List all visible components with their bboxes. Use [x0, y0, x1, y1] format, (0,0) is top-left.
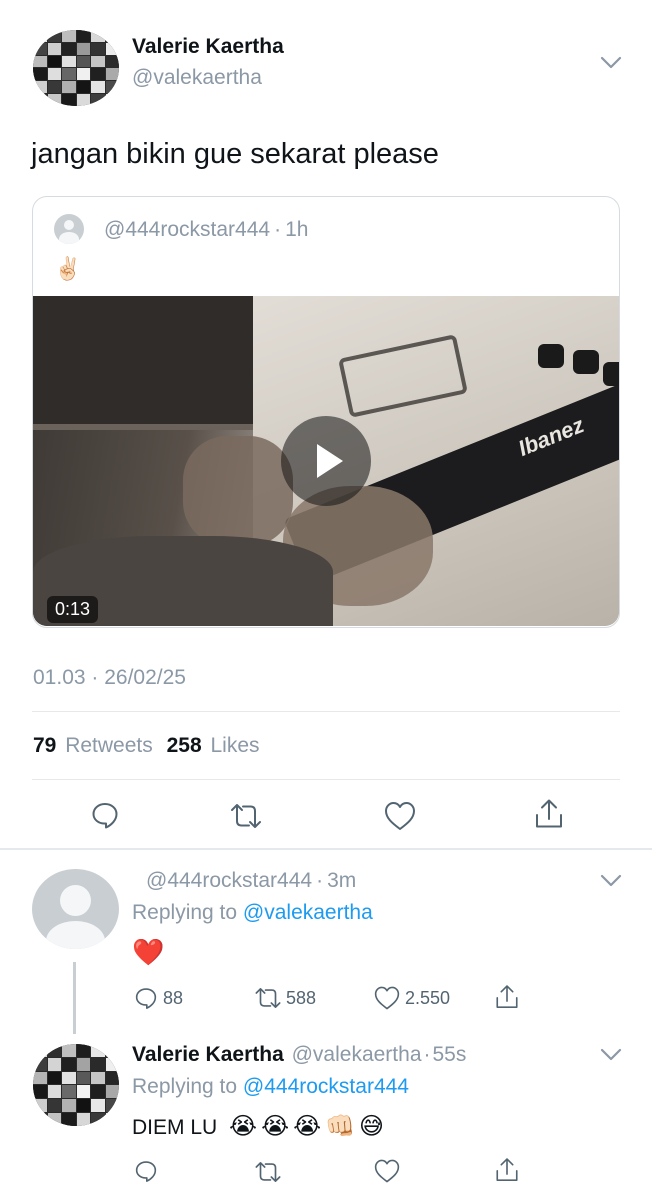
video-tuning-peg	[603, 362, 619, 386]
share-icon[interactable]	[533, 797, 565, 831]
reply1-retweet-count: 588	[286, 988, 317, 1008]
quoted-video[interactable]: Ibanez 0:13	[33, 296, 619, 626]
quoted-separator: ·	[274, 218, 282, 241]
like-icon[interactable]	[373, 985, 401, 1011]
reply2-text: DIEM LU	[132, 1116, 218, 1139]
quoted-meta: @444rockstar444 · 1h	[104, 218, 308, 242]
likes-count[interactable]: 258	[167, 734, 202, 757]
author-avatar[interactable]	[33, 30, 119, 106]
quoted-handle[interactable]: @444rockstar444	[104, 218, 270, 241]
replying-to-link[interactable]: @valekaertha	[243, 901, 373, 924]
video-tuning-peg	[573, 350, 599, 374]
tweet-stats: 79 Retweets 258 Likes	[33, 734, 260, 758]
likes-label[interactable]: Likes	[210, 734, 259, 757]
thread-line	[73, 962, 76, 1034]
reply1-avatar[interactable]	[32, 869, 119, 949]
like-icon[interactable]	[383, 800, 417, 832]
play-icon	[317, 444, 343, 478]
replying-label: Replying to	[132, 1075, 238, 1098]
chevron-down-icon[interactable]	[600, 1048, 622, 1062]
retweet-icon[interactable]	[253, 1159, 283, 1185]
reply-icon[interactable]	[133, 1158, 159, 1184]
quoted-emoji: ✌🏻	[54, 256, 82, 281]
reply1-reply-count: 88	[163, 988, 184, 1008]
quoted-time: 1h	[285, 218, 309, 241]
reply2-avatar[interactable]	[33, 1044, 119, 1126]
reply2-time: 55s	[432, 1043, 467, 1066]
video-hand	[183, 436, 293, 546]
reply1-content: ❤️	[132, 937, 165, 967]
author-name[interactable]: Valerie Kaertha	[132, 35, 284, 59]
like-icon[interactable]	[373, 1158, 401, 1184]
reply2-separator: ·	[423, 1043, 431, 1066]
reply1-separator: ·	[316, 869, 324, 892]
reply1-time: 3m	[327, 869, 357, 892]
video-tuning-peg	[538, 344, 564, 368]
retweet-icon[interactable]	[253, 985, 283, 1011]
reply2-handle[interactable]: @valekaertha	[292, 1043, 422, 1066]
replying-to-link[interactable]: @444rockstar444	[243, 1075, 409, 1098]
reply1-like-count: 2.550	[405, 988, 451, 1008]
reply-icon[interactable]	[89, 799, 121, 831]
play-button[interactable]	[281, 416, 371, 506]
chevron-down-icon[interactable]	[600, 56, 622, 70]
reply-icon[interactable]	[133, 985, 159, 1011]
reply2-header: Valerie Kaertha @valekaertha·55s	[132, 1043, 466, 1067]
reply1-meta: @444rockstar444 · 3m	[146, 869, 356, 893]
retweets-label[interactable]: Retweets	[65, 734, 153, 757]
chevron-down-icon[interactable]	[600, 874, 622, 888]
video-shelf-edge	[33, 424, 273, 430]
retweet-icon[interactable]	[228, 801, 264, 831]
divider	[32, 779, 620, 780]
retweets-count[interactable]: 79	[33, 734, 56, 757]
tweet-timestamp: 01.03 · 26/02/25	[33, 666, 186, 689]
reply2-author-name[interactable]: Valerie Kaertha	[132, 1043, 284, 1066]
reply2-replying: Replying to @444rockstar444	[132, 1075, 409, 1099]
replying-label: Replying to	[132, 901, 238, 924]
reply2-content: DIEM LU 😭😭😭👊🏻😅	[132, 1112, 388, 1141]
video-duration: 0:13	[47, 596, 99, 623]
section-separator	[0, 848, 652, 850]
reply1-handle[interactable]: @444rockstar444	[146, 869, 312, 892]
quoted-author-avatar[interactable]	[54, 214, 84, 244]
share-icon[interactable]	[494, 983, 520, 1011]
share-icon[interactable]	[494, 1156, 520, 1184]
author-handle[interactable]: @valekaertha	[132, 66, 262, 90]
reply1-replying: Replying to @valekaertha	[132, 901, 373, 925]
tweet-text: jangan bikin gue sekarat please	[31, 138, 439, 170]
video-shelf	[33, 296, 263, 426]
divider	[32, 711, 620, 712]
reply2-emojis: 😭😭😭👊🏻😅	[229, 1113, 389, 1140]
